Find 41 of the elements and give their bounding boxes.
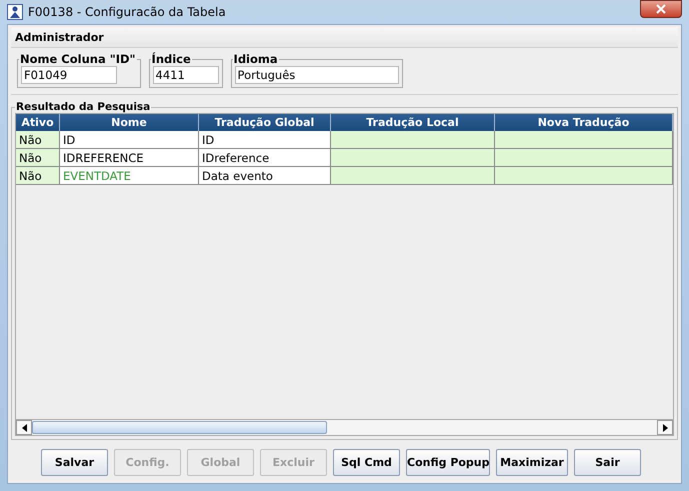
- action-button[interactable]: Maximizar: [496, 449, 568, 476]
- action-button[interactable]: Config Popup: [406, 449, 490, 476]
- section-title: Administrador: [15, 30, 104, 44]
- field-label: Nome Coluna "ID": [19, 52, 137, 66]
- column-header[interactable]: Nova Tradução: [495, 114, 673, 131]
- action-button[interactable]: Sair: [574, 449, 641, 476]
- scrollbar-thumb[interactable]: [32, 421, 327, 434]
- editable-cell[interactable]: [331, 167, 495, 185]
- column-header[interactable]: Tradução Local: [331, 114, 495, 131]
- table-cell: Não: [16, 131, 60, 149]
- table-cell: EVENTDATE: [60, 167, 199, 185]
- text-field[interactable]: F01049: [21, 66, 117, 84]
- close-icon: [656, 4, 666, 14]
- field-label: Idioma: [232, 52, 279, 66]
- editable-cell[interactable]: [495, 149, 673, 167]
- editable-cell[interactable]: [331, 149, 495, 167]
- editable-cell[interactable]: [331, 131, 495, 149]
- editable-cell[interactable]: [495, 131, 673, 149]
- horizontal-scrollbar[interactable]: [16, 419, 673, 435]
- app-icon: [7, 4, 23, 20]
- field-label: Índice: [150, 52, 192, 66]
- column-header[interactable]: Nome: [60, 114, 199, 131]
- table-cell: Data evento: [199, 167, 331, 185]
- panel-title: Resultado da Pesquisa: [15, 101, 152, 113]
- text-field[interactable]: Português: [234, 66, 399, 84]
- table-cell: Não: [16, 149, 60, 167]
- column-header[interactable]: Ativo: [16, 114, 60, 131]
- action-button[interactable]: Salvar: [41, 449, 108, 476]
- table-cell: Não: [16, 167, 60, 185]
- editable-cell[interactable]: [495, 167, 673, 185]
- table-cell: IDREFERENCE: [60, 149, 199, 167]
- table-cell: ID: [60, 131, 199, 149]
- right-arrow-icon: [662, 424, 668, 432]
- table-cell: IDreference: [199, 149, 331, 167]
- left-arrow-icon: [22, 424, 26, 432]
- action-button[interactable]: Sql Cmd: [333, 449, 400, 476]
- table-cell: ID: [199, 131, 331, 149]
- close-button[interactable]: [640, 0, 682, 18]
- window-title: F00138 - Configuracão da Tabela: [28, 5, 226, 19]
- column-header[interactable]: Tradução Global: [199, 114, 331, 131]
- text-field[interactable]: 4411: [152, 66, 219, 84]
